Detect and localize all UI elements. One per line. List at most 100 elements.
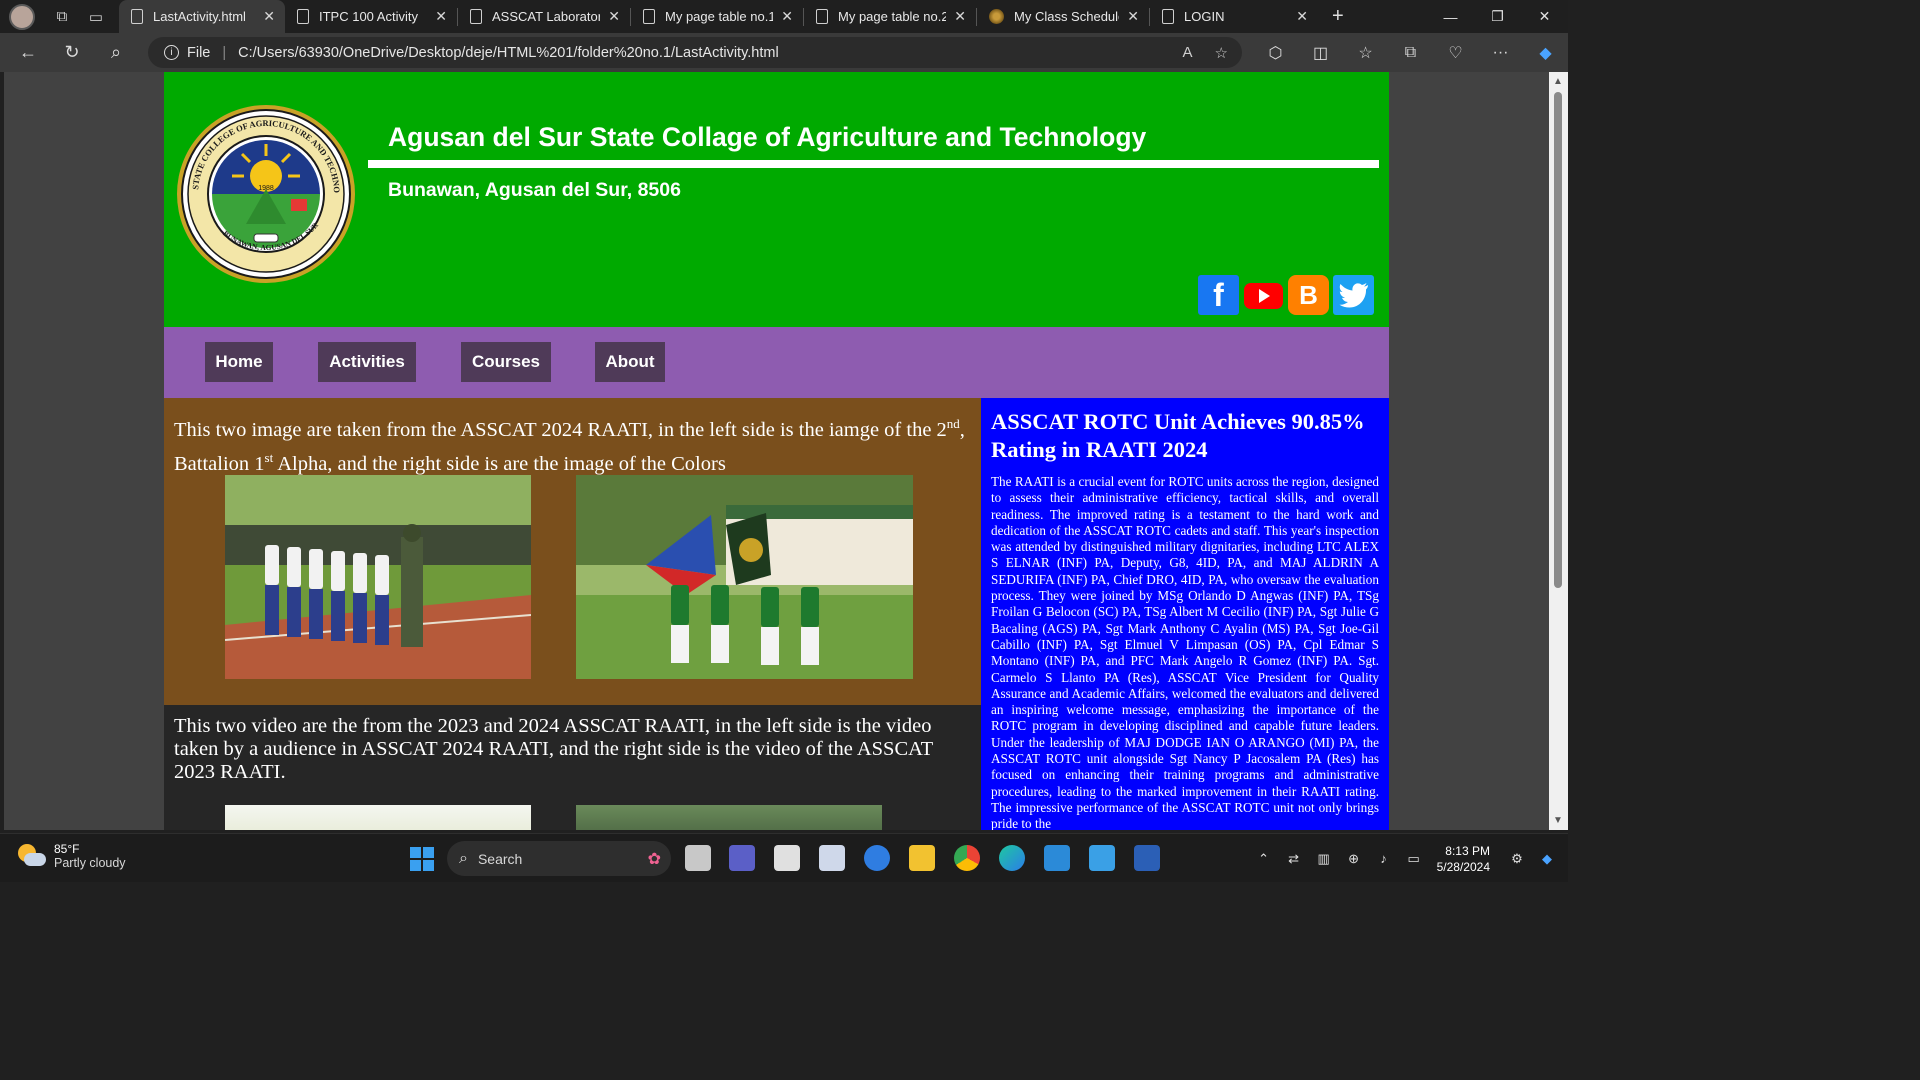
performance-icon[interactable]: ♡ [1433,43,1478,63]
taskbar-search[interactable]: ⌕ Search ✿ [447,841,671,876]
scrollbar-thumb[interactable] [1554,92,1562,588]
address-bar[interactable]: i File | C:/Users/63930/OneDrive/Desktop… [148,37,1242,68]
nav-courses[interactable]: Courses [461,342,551,382]
app-arrow-icon[interactable] [1089,845,1115,871]
close-tab-icon[interactable]: ✕ [1296,8,1308,25]
page-viewport: 1988 STATE COLLEGE OF AGRICULTURE AND TE… [4,72,1549,830]
app-tray-icon[interactable]: ▥ [1309,851,1339,867]
notifications-icon[interactable]: ⚙ [1502,851,1532,867]
tab-lastactivity[interactable]: LastActivity.html ✕ [119,0,285,33]
article-body: The RAATI is a crucial event for ROTC un… [991,474,1379,830]
clock-time: 8:13 PM [1445,843,1490,858]
refresh-icon[interactable]: ↻ [54,38,90,68]
vscode-icon[interactable] [1044,845,1070,871]
word-icon[interactable] [1134,845,1160,871]
address-separator: | [222,44,227,61]
minimize-icon[interactable]: — [1427,0,1474,33]
close-window-icon[interactable]: ✕ [1521,0,1568,33]
edge-icon[interactable] [999,845,1025,871]
school-address: Bunawan, Agusan del Sur, 8506 [388,179,681,201]
restore-icon[interactable]: ❐ [1474,0,1521,33]
globe-icon[interactable]: ⊕ [1339,851,1369,867]
battery-icon[interactable]: ▭ [1399,851,1429,867]
close-tab-icon[interactable]: ✕ [263,8,275,25]
tab-label: ASSCAT Laboratory [492,9,601,24]
school-seal-logo: 1988 STATE COLLEGE OF AGRICULTURE AND TE… [176,104,355,283]
page-icon [1162,9,1174,24]
site-header: 1988 STATE COLLEGE OF AGRICULTURE AND TE… [164,72,1389,327]
system-clock[interactable]: 8:13 PM 5/28/2024 [1437,843,1490,875]
search-icon: ⌕ [459,849,468,867]
volume-icon[interactable]: ♪ [1369,851,1399,866]
more-menu-icon[interactable]: ··· [1478,44,1523,62]
tab-table-2[interactable]: My page table no.2 ✕ [804,0,976,33]
tab-label: My page table no.2 [838,9,947,24]
workspaces-icon[interactable]: ⧉ [47,2,77,32]
browser-toolbar: ← ↻ ⌕ i File | C:/Users/63930/OneDrive/D… [0,33,1568,72]
photo-caption: This two image are taken from the ASSCAT… [174,416,965,475]
copilot-taskbar-icon[interactable]: ◆ [1532,851,1562,867]
clock-date: 5/28/2024 [1436,859,1490,874]
close-tab-icon[interactable]: ✕ [781,8,793,25]
app-m-icon[interactable] [819,845,845,871]
chrome-icon[interactable] [954,845,980,871]
nav-home[interactable]: Home [205,342,273,382]
task-view-icon[interactable] [685,845,711,871]
collections-icon[interactable]: ⧉ [1388,44,1433,62]
video-player-2024[interactable] [225,805,531,830]
profile-avatar[interactable] [9,3,35,30]
video-section: This two video are the from the 2023 and… [164,705,981,830]
page-container: 1988 STATE COLLEGE OF AGRICULTURE AND TE… [164,72,1389,830]
tab-asscat-lab[interactable]: ASSCAT Laboratory ✕ [458,0,630,33]
twitter-icon[interactable] [1333,275,1374,315]
tab-table-1[interactable]: My page table no.1 ✕ [631,0,803,33]
scroll-up-arrow-icon[interactable]: ▲ [1553,76,1563,87]
weather-widget[interactable]: 85°F Partly cloudy [18,842,126,870]
tab-itpc[interactable]: ITPC 100 Activity ✕ [285,0,457,33]
close-tab-icon[interactable]: ✕ [954,8,966,25]
show-hidden-icons-icon[interactable]: ⌃ [1249,851,1279,867]
page-scrollbar[interactable]: ▲ ▼ [1549,72,1568,830]
split-screen-icon[interactable]: ◫ [1298,43,1343,63]
close-tab-icon[interactable]: ✕ [435,8,447,25]
main-navigation: Home Activities Courses About [164,327,1389,398]
seal-year: 1988 [258,185,274,192]
tab-login[interactable]: LOGIN ✕ [1150,0,1318,33]
window-controls: — ❐ ✕ [1427,0,1568,33]
browser-tab-strip: ⧉ ▭ LastActivity.html ✕ ITPC 100 Activit… [0,0,1568,33]
search-icon[interactable]: ⌕ [98,38,134,68]
nav-activities[interactable]: Activities [318,342,416,382]
nav-about[interactable]: About [595,342,665,382]
store-icon[interactable] [774,845,800,871]
network-settings-icon[interactable]: ⇄ [1279,851,1309,867]
youtube-icon[interactable] [1243,275,1284,315]
extensions-icon[interactable]: ⬡ [1253,43,1298,63]
read-aloud-icon[interactable]: A [1183,44,1193,62]
favorite-star-icon[interactable]: ☆ [1215,44,1228,62]
info-icon[interactable]: i [164,45,179,60]
new-tab-icon[interactable]: + [1332,5,1344,28]
header-divider [368,160,1379,168]
page-icon [643,9,655,24]
page-icon [470,9,482,24]
blogger-icon[interactable]: B [1288,275,1329,315]
close-tab-icon[interactable]: ✕ [608,8,620,25]
teams-icon[interactable] [729,845,755,871]
scroll-down-arrow-icon[interactable]: ▼ [1553,815,1563,826]
news-article: ASSCAT ROTC Unit Achieves 90.85% Rating … [981,398,1389,830]
file-explorer-icon[interactable] [909,845,935,871]
start-button[interactable] [410,847,434,871]
scheme-label: File [187,44,211,61]
system-tray: ⌃ ⇄ ▥ ⊕ ♪ ▭ 8:13 PM 5/28/2024 ⚙ ◆ [1249,834,1568,883]
vertical-tabs-icon[interactable]: ▭ [81,2,111,32]
close-tab-icon[interactable]: ✕ [1127,8,1139,25]
video-player-2023[interactable] [576,805,882,830]
chat-icon[interactable] [864,845,890,871]
tab-class-schedule[interactable]: My Class Schedule ✕ [977,0,1149,33]
copilot-icon[interactable]: ◆ [1523,43,1568,63]
url-text[interactable]: C:/Users/63930/OneDrive/Desktop/deje/HTM… [238,45,779,61]
facebook-icon[interactable]: f [1198,275,1239,315]
back-icon[interactable]: ← [10,38,46,68]
tab-label: ITPC 100 Activity [319,9,418,24]
favorites-icon[interactable]: ☆ [1343,43,1388,63]
